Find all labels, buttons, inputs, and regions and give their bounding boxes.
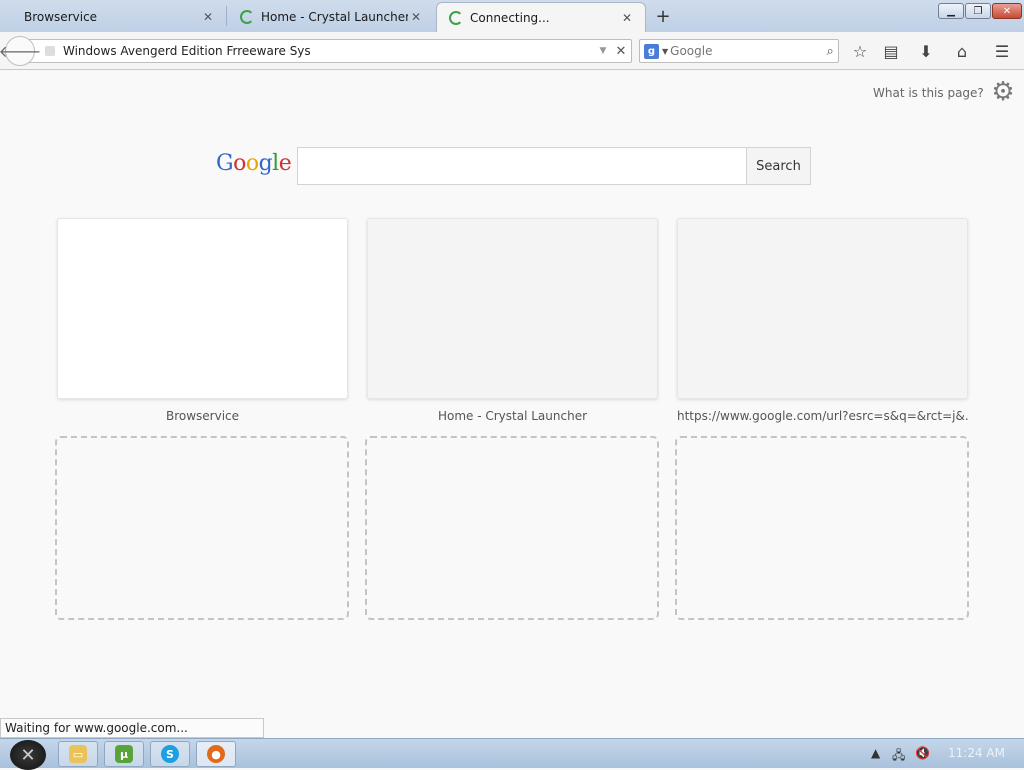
arrow-left-icon: 🡐 <box>0 42 42 61</box>
url-bar[interactable]: ▼ ✕ <box>26 39 632 63</box>
taskbar-utorrent[interactable]: µ <box>104 741 144 767</box>
gear-icon[interactable]: ⚙ <box>990 77 1016 107</box>
google-logo: Google <box>216 151 292 176</box>
taskbar: ✕ ▭ µ S ● ▲ 🖧 🔇 11:24 AM <box>0 738 1024 770</box>
top-site-tile-google-url[interactable] <box>677 218 968 399</box>
back-button[interactable]: 🡐 <box>0 36 41 66</box>
empty-tile-slot <box>675 436 969 620</box>
what-is-this-page-link[interactable]: What is this page? <box>873 86 984 100</box>
search-bar[interactable]: g ▼ ⌕ <box>639 39 839 63</box>
network-icon[interactable]: 🖧 <box>892 746 905 767</box>
tab-separator <box>226 6 227 26</box>
logo-letter: o <box>233 151 246 176</box>
bookmark-star-icon[interactable]: ☆ <box>848 40 872 62</box>
tile-caption[interactable]: Home - Crystal Launcher <box>367 409 658 423</box>
logo-letter: G <box>216 151 234 176</box>
site-identity-icon[interactable] <box>45 46 55 56</box>
utorrent-icon: µ <box>115 745 133 763</box>
close-icon[interactable]: ✕ <box>200 9 216 25</box>
tab-browservice[interactable]: Browservice ✕ <box>12 2 226 32</box>
url-input[interactable] <box>61 43 595 59</box>
tile-caption[interactable]: https://www.google.com/url?esrc=s&q=&rct… <box>677 409 968 423</box>
search-engine-selector[interactable]: g ▼ <box>640 43 668 59</box>
volume-muted-icon[interactable]: 🔇 <box>915 746 930 760</box>
folder-icon: ▭ <box>69 745 87 763</box>
taskbar-skype[interactable]: S <box>150 741 190 767</box>
logo-letter: o <box>245 151 259 176</box>
google-icon: g <box>644 43 659 59</box>
empty-tile-slot <box>365 436 659 620</box>
maximize-button[interactable]: ❐ <box>965 3 991 19</box>
tab-crystal-launcher[interactable]: Home - Crystal Launcher ✕ <box>228 2 434 32</box>
start-button[interactable]: ✕ <box>10 740 46 770</box>
close-icon[interactable]: ✕ <box>408 9 424 25</box>
history-dropdown-icon[interactable]: ▼ <box>595 46 611 56</box>
clock[interactable]: 11:24 AM <box>948 746 1005 760</box>
search-icon[interactable]: ⌕ <box>822 44 838 59</box>
minimize-button[interactable]: ▁ <box>938 3 964 19</box>
firefox-icon: ● <box>207 745 225 763</box>
search-button[interactable]: Search <box>746 148 810 184</box>
menu-icon[interactable]: ☰ <box>990 40 1014 62</box>
loading-spinner-icon <box>240 10 254 24</box>
window-close-button[interactable]: ✕ <box>992 3 1022 19</box>
google-search-input[interactable] <box>298 148 746 184</box>
tab-title: Browservice <box>24 10 98 24</box>
status-panel: Waiting for www.google.com... <box>0 718 264 738</box>
tile-caption[interactable]: Browservice <box>57 409 348 423</box>
logo-letter: e <box>278 151 292 176</box>
bookmarks-menu-icon[interactable]: ▤ <box>879 40 903 62</box>
tab-title: Connecting... <box>470 10 550 25</box>
new-tab-page: What is this page? ⚙ Google Search Brows… <box>0 71 1024 738</box>
search-input[interactable] <box>668 43 823 59</box>
top-site-tile-crystal-launcher[interactable] <box>367 218 658 399</box>
tab-connecting[interactable]: Connecting... ✕ <box>436 2 646 32</box>
stop-icon[interactable]: ✕ <box>611 44 631 59</box>
skype-icon: S <box>161 745 179 763</box>
close-icon[interactable]: ✕ <box>619 10 635 26</box>
top-site-tile-browservice[interactable] <box>57 218 348 399</box>
empty-tile-slot <box>55 436 349 620</box>
loading-spinner-icon <box>449 10 463 25</box>
navigation-toolbar: ▼ ✕ 🡐 g ▼ ⌕ ☆ ▤ ⬇ ⌂ ☰ <box>0 32 1024 70</box>
tab-title: Home - Crystal Launcher <box>261 10 408 24</box>
google-search-box: Search <box>297 147 811 185</box>
tab-strip: Browservice ✕ Home - Crystal Launcher ✕ … <box>0 0 1024 32</box>
logo-letter: g <box>258 151 273 176</box>
home-icon[interactable]: ⌂ <box>950 40 974 62</box>
new-tab-button[interactable]: + <box>652 6 674 27</box>
downloads-icon[interactable]: ⬇ <box>914 40 938 62</box>
taskbar-explorer[interactable]: ▭ <box>58 741 98 767</box>
taskbar-firefox[interactable]: ● <box>196 741 236 767</box>
show-hidden-icons-icon[interactable]: ▲ <box>871 746 880 760</box>
